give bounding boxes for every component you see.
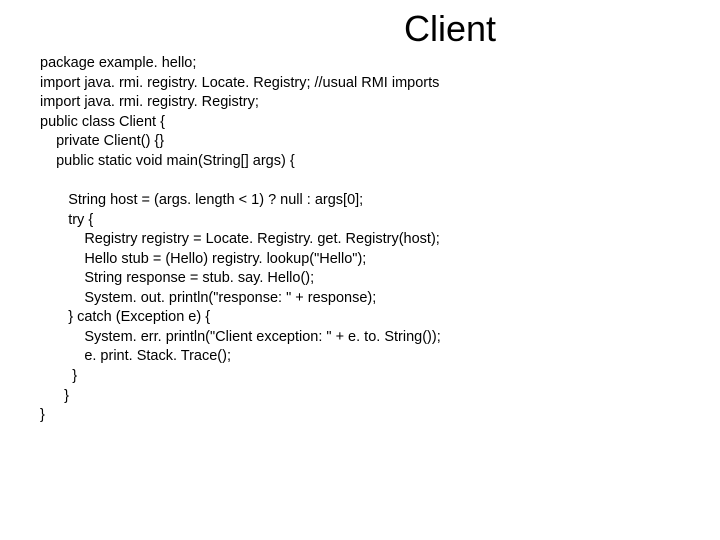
- code-line: Registry registry = Locate. Registry. ge…: [40, 231, 440, 247]
- code-line: }: [40, 368, 77, 384]
- code-line: package example. hello;: [40, 55, 196, 71]
- code-line: private Client() {}: [40, 133, 164, 149]
- code-line: public class Client {: [40, 114, 165, 130]
- slide-title: Client: [220, 8, 680, 50]
- code-line: }: [40, 388, 69, 404]
- code-line: import java. rmi. registry. Registry;: [40, 94, 259, 110]
- code-line: String response = stub. say. Hello();: [40, 270, 314, 286]
- code-line: Hello stub = (Hello) registry. lookup("H…: [40, 251, 366, 267]
- code-line: System. out. println("response: " + resp…: [40, 290, 376, 306]
- slide-container: Client package example. hello; import ja…: [0, 0, 720, 540]
- code-line: e. print. Stack. Trace();: [40, 348, 231, 364]
- code-line: System. err. println("Client exception: …: [40, 329, 441, 345]
- code-line: public static void main(String[] args) {: [40, 153, 295, 169]
- code-block: package example. hello; import java. rmi…: [40, 54, 680, 426]
- code-line: }: [40, 407, 45, 423]
- code-line: } catch (Exception e) {: [40, 309, 210, 325]
- code-line: import java. rmi. registry. Locate. Regi…: [40, 75, 439, 91]
- code-line: String host = (args. length < 1) ? null …: [40, 192, 363, 208]
- code-line: try {: [40, 212, 93, 228]
